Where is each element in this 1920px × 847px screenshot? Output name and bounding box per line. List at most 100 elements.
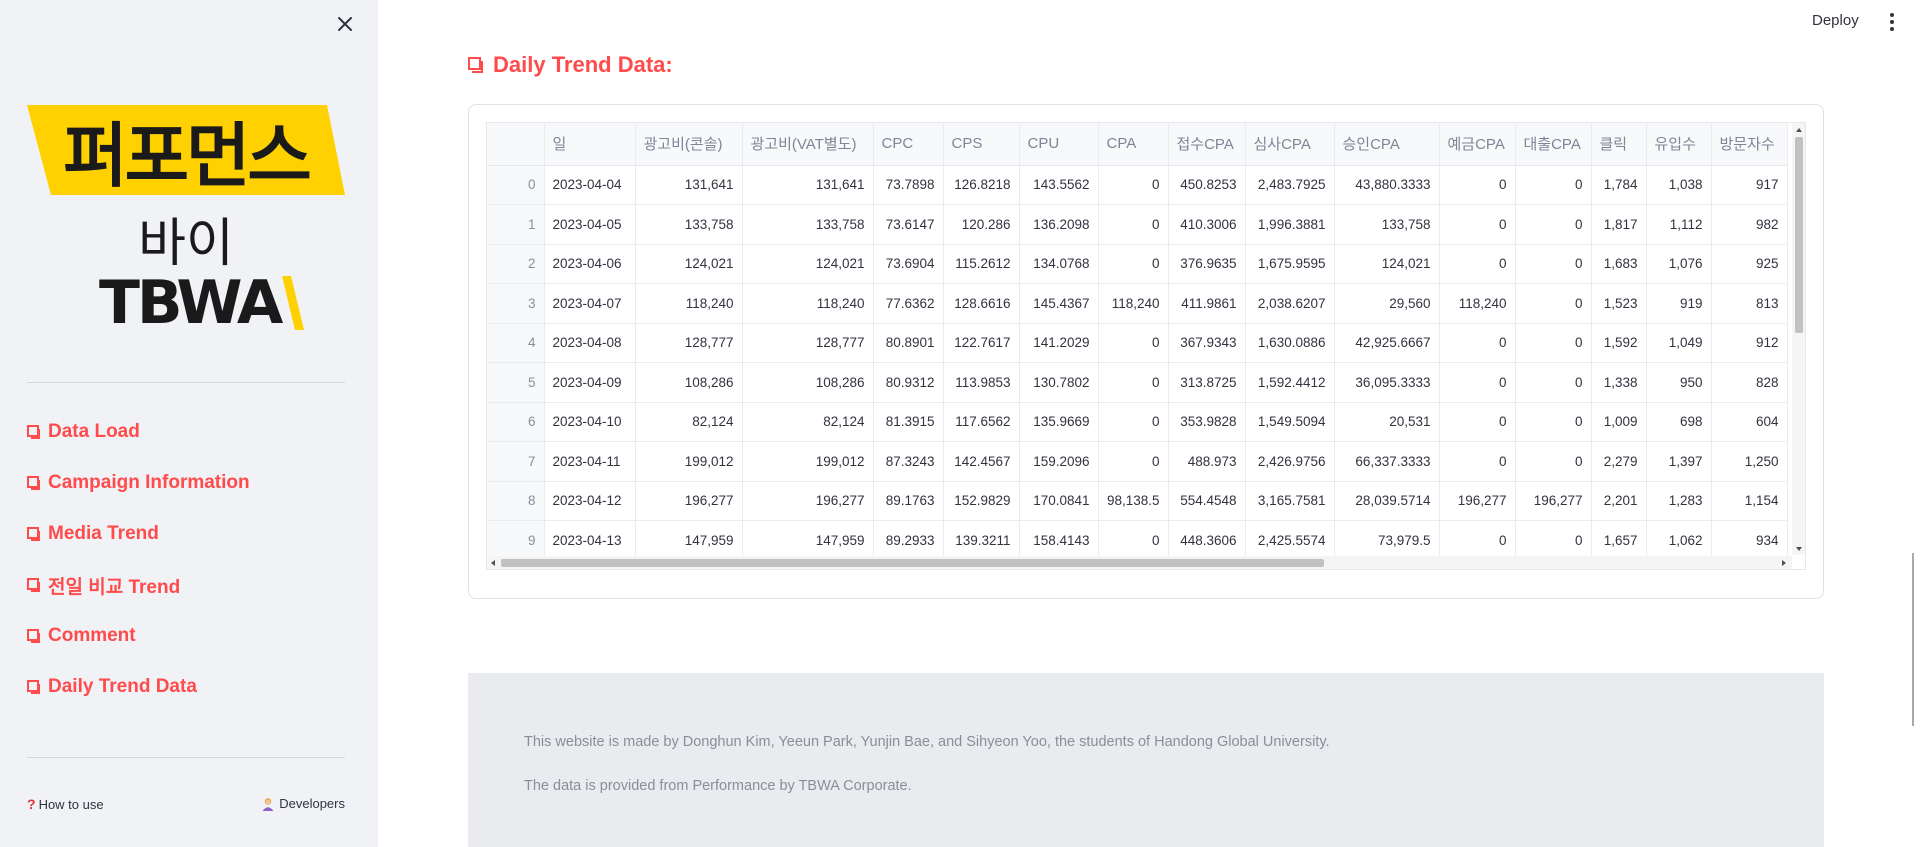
table-cell[interactable]: 1,250: [1711, 441, 1788, 482]
table-cell[interactable]: 1,549.5094: [1245, 402, 1335, 442]
table-cell[interactable]: 196,277: [1515, 481, 1592, 521]
table-cell[interactable]: 1,784: [1591, 165, 1647, 205]
table-cell[interactable]: 118,240: [1439, 283, 1516, 324]
table-cell[interactable]: 2,038.6207: [1245, 283, 1335, 324]
table-cell[interactable]: 353.9828: [1168, 402, 1246, 442]
table-cell[interactable]: 1,523: [1591, 283, 1647, 324]
table-cell[interactable]: 133,758: [742, 204, 874, 245]
table-cell[interactable]: 950: [1646, 362, 1712, 403]
table-horizontal-scroll-thumb[interactable]: [501, 559, 1324, 567]
row-index-cell[interactable]: 9: [487, 520, 545, 561]
developers-link[interactable]: Developers: [261, 796, 345, 811]
table-cell[interactable]: 117.6562: [943, 402, 1020, 442]
table-cell[interactable]: 0: [1439, 323, 1516, 363]
table-cell[interactable]: 0: [1515, 323, 1592, 363]
table-cell[interactable]: 80.9312: [873, 362, 944, 403]
table-cell[interactable]: 108,286: [742, 362, 874, 403]
table-cell[interactable]: 159.2096: [1019, 441, 1099, 482]
table-cell[interactable]: 1,338: [1591, 362, 1647, 403]
table-cell[interactable]: 0: [1439, 362, 1516, 403]
table-cell[interactable]: 0: [1098, 244, 1169, 284]
page-scrollbar[interactable]: [1912, 553, 1914, 726]
table-cell[interactable]: 0: [1515, 165, 1592, 205]
column-header[interactable]: 접수CPA: [1168, 123, 1246, 166]
table-cell[interactable]: 82,124: [742, 402, 874, 442]
table-cell[interactable]: 118,240: [635, 283, 743, 324]
table-cell[interactable]: 133,758: [635, 204, 743, 245]
table-cell[interactable]: 73,979.5: [1334, 520, 1440, 561]
main-menu-icon[interactable]: [1888, 13, 1896, 33]
table-cell[interactable]: 81.3915: [873, 402, 944, 442]
table-row[interactable]: 1 2023-04-05 133,758 133,758 73.6147 120.286 1…: [487, 204, 1788, 245]
table-cell[interactable]: 147,959: [635, 520, 743, 561]
close-sidebar-icon[interactable]: [333, 12, 357, 36]
table-cell[interactable]: 124,021: [742, 244, 874, 284]
row-index-cell[interactable]: 7: [487, 441, 545, 482]
table-cell[interactable]: 0: [1439, 244, 1516, 284]
table-cell[interactable]: 115.2612: [943, 244, 1020, 284]
table-cell[interactable]: 919: [1646, 283, 1712, 324]
table-cell[interactable]: 98,138.5: [1098, 481, 1169, 521]
table-cell[interactable]: 367.9343: [1168, 323, 1246, 363]
table-cell[interactable]: 1,062: [1646, 520, 1712, 561]
table-cell[interactable]: 135.9669: [1019, 402, 1099, 442]
table-cell[interactable]: 411.9861: [1168, 283, 1246, 324]
table-cell[interactable]: 2023-04-06: [544, 244, 636, 284]
table-cell[interactable]: 43,880.3333: [1334, 165, 1440, 205]
table-cell[interactable]: 1,283: [1646, 481, 1712, 521]
table-cell[interactable]: 152.9829: [943, 481, 1020, 521]
column-header[interactable]: 대출CPA: [1515, 123, 1592, 166]
table-cell[interactable]: 0: [1439, 402, 1516, 442]
scroll-up-arrow-icon[interactable]: [1795, 127, 1803, 133]
table-cell[interactable]: 170.0841: [1019, 481, 1099, 521]
table-cell[interactable]: 0: [1515, 520, 1592, 561]
table-cell[interactable]: 0: [1098, 204, 1169, 245]
column-header[interactable]: 일: [544, 123, 636, 166]
table-cell[interactable]: 0: [1515, 441, 1592, 482]
table-cell[interactable]: 1,592.4412: [1245, 362, 1335, 403]
table-cell[interactable]: 0: [1515, 204, 1592, 245]
nav-item-data-load[interactable]: Data Load: [27, 420, 347, 444]
row-index-cell[interactable]: 1: [487, 204, 545, 245]
column-header[interactable]: 클릭: [1591, 123, 1647, 166]
table-cell[interactable]: 0: [1439, 204, 1516, 245]
row-index-cell[interactable]: 0: [487, 165, 545, 205]
table-cell[interactable]: 912: [1711, 323, 1788, 363]
table-cell[interactable]: 196,277: [635, 481, 743, 521]
row-index-cell[interactable]: 6: [487, 402, 545, 442]
row-index-cell[interactable]: 4: [487, 323, 545, 363]
table-cell[interactable]: 934: [1711, 520, 1788, 561]
table-cell[interactable]: 2023-04-12: [544, 481, 636, 521]
table-cell[interactable]: 0: [1515, 244, 1592, 284]
column-header[interactable]: 광고비(콘솔): [635, 123, 743, 166]
table-cell[interactable]: 1,009: [1591, 402, 1647, 442]
table-cell[interactable]: 131,641: [742, 165, 874, 205]
table-cell[interactable]: 0: [1439, 165, 1516, 205]
table-cell[interactable]: 145.4367: [1019, 283, 1099, 324]
table-cell[interactable]: 1,817: [1591, 204, 1647, 245]
table-cell[interactable]: 2,426.9756: [1245, 441, 1335, 482]
table-cell[interactable]: 73.7898: [873, 165, 944, 205]
scroll-down-arrow-icon[interactable]: [1795, 546, 1803, 552]
table-cell[interactable]: 73.6904: [873, 244, 944, 284]
table-cell[interactable]: 20,531: [1334, 402, 1440, 442]
table-cell[interactable]: 108,286: [635, 362, 743, 403]
table-cell[interactable]: 1,996.3881: [1245, 204, 1335, 245]
deploy-button[interactable]: Deploy: [1812, 12, 1859, 29]
table-cell[interactable]: 698: [1646, 402, 1712, 442]
table-cell[interactable]: 82,124: [635, 402, 743, 442]
table-cell[interactable]: 139.3211: [943, 520, 1020, 561]
table-cell[interactable]: 136.2098: [1019, 204, 1099, 245]
table-cell[interactable]: 1,076: [1646, 244, 1712, 284]
table-cell[interactable]: 1,675.9595: [1245, 244, 1335, 284]
column-header[interactable]: 예금CPA: [1439, 123, 1516, 166]
table-cell[interactable]: 124,021: [635, 244, 743, 284]
column-header[interactable]: CPA: [1098, 123, 1169, 166]
column-header[interactable]: 승인CPA: [1334, 123, 1440, 166]
table-cell[interactable]: 0: [1098, 323, 1169, 363]
table-cell[interactable]: 0: [1439, 441, 1516, 482]
table-cell[interactable]: 813: [1711, 283, 1788, 324]
row-index-cell[interactable]: 8: [487, 481, 545, 521]
table-cell[interactable]: 80.8901: [873, 323, 944, 363]
table-cell[interactable]: 113.9853: [943, 362, 1020, 403]
